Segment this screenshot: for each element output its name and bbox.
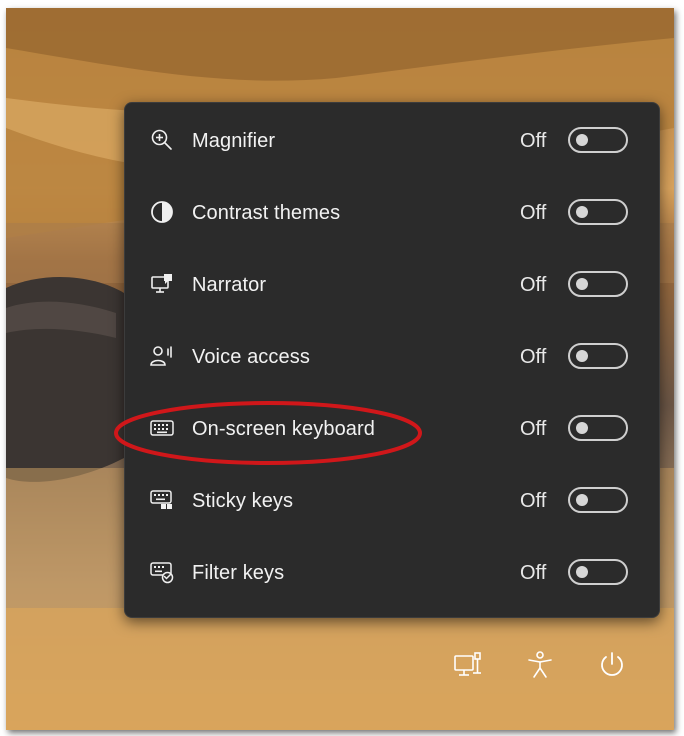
accessibility-item-sticky-keys[interactable]: Sticky keys Off bbox=[125, 465, 659, 537]
on-screen-keyboard-toggle[interactable] bbox=[568, 415, 628, 441]
item-state: Off bbox=[520, 346, 547, 368]
toggle-knob bbox=[576, 422, 588, 434]
item-state: Off bbox=[520, 418, 547, 440]
keyboard-icon bbox=[149, 415, 175, 441]
narrator-icon bbox=[149, 271, 175, 297]
item-state: Off bbox=[520, 490, 547, 512]
accessibility-item-narrator[interactable]: Narrator Off bbox=[125, 249, 659, 321]
item-label: On-screen keyboard bbox=[192, 418, 376, 440]
accessibility-icon[interactable] bbox=[523, 648, 557, 682]
toggle-knob bbox=[576, 566, 588, 578]
sticky-keys-toggle[interactable] bbox=[568, 487, 628, 513]
toggle-knob bbox=[576, 350, 588, 362]
voice-access-toggle[interactable] bbox=[568, 343, 628, 369]
item-label: Narrator bbox=[192, 274, 267, 296]
accessibility-item-contrast-themes[interactable]: Contrast themes Off bbox=[125, 177, 659, 249]
item-label: Filter keys bbox=[192, 562, 285, 584]
magnifier-icon bbox=[149, 127, 175, 153]
item-state: Off bbox=[520, 274, 547, 296]
sticky-keys-icon bbox=[149, 487, 175, 513]
toggle-knob bbox=[576, 278, 588, 290]
lock-screen: Magnifier Off Contrast themes Off Narrat… bbox=[6, 8, 674, 730]
item-state: Off bbox=[520, 202, 547, 224]
accessibility-flyout: Magnifier Off Contrast themes Off Narrat… bbox=[124, 102, 660, 618]
power-icon[interactable] bbox=[595, 648, 629, 682]
item-label: Sticky keys bbox=[192, 490, 294, 512]
contrast-themes-toggle[interactable] bbox=[568, 199, 628, 225]
narrator-toggle[interactable] bbox=[568, 271, 628, 297]
accessibility-item-filter-keys[interactable]: Filter keys Off bbox=[125, 537, 659, 609]
item-label: Contrast themes bbox=[192, 202, 341, 224]
item-label: Voice access bbox=[192, 346, 310, 368]
magnifier-toggle[interactable] bbox=[568, 127, 628, 153]
item-state: Off bbox=[520, 130, 547, 152]
accessibility-item-magnifier[interactable]: Magnifier Off bbox=[125, 105, 659, 177]
toggle-knob bbox=[576, 206, 588, 218]
item-label: Magnifier bbox=[192, 130, 276, 152]
network-icon[interactable] bbox=[451, 648, 485, 682]
filter-keys-icon bbox=[149, 559, 175, 585]
item-state: Off bbox=[520, 562, 547, 584]
filter-keys-toggle[interactable] bbox=[568, 559, 628, 585]
accessibility-item-voice-access[interactable]: Voice access Off bbox=[125, 321, 659, 393]
accessibility-item-on-screen-keyboard[interactable]: On-screen keyboard Off bbox=[125, 393, 659, 465]
contrast-icon bbox=[149, 199, 175, 225]
toggle-knob bbox=[576, 494, 588, 506]
voice-access-icon bbox=[149, 343, 175, 369]
toggle-knob bbox=[576, 134, 588, 146]
